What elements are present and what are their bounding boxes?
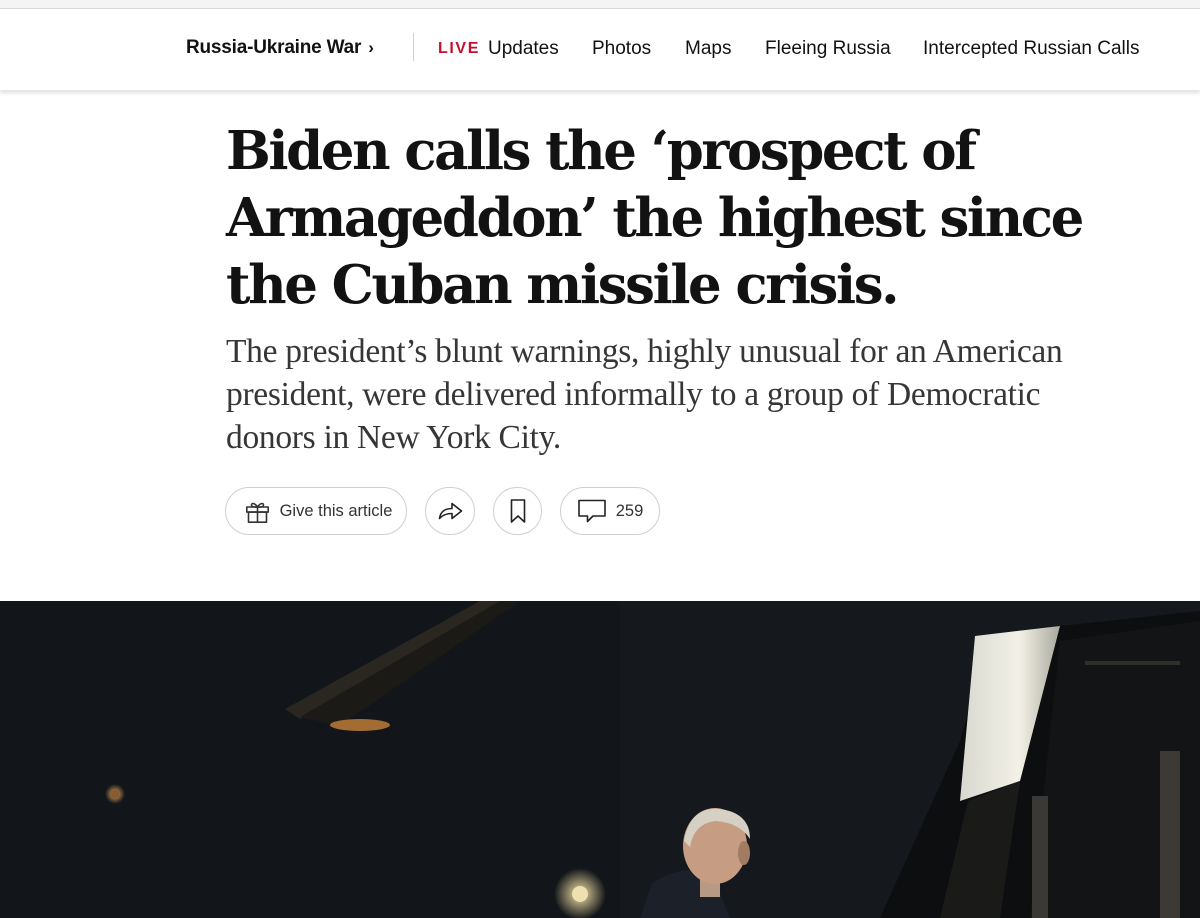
nav-link-fleeing-russia[interactable]: Fleeing Russia [765, 38, 891, 60]
article-summary: The president’s blunt warnings, highly u… [226, 333, 1063, 456]
browser-top-strip [0, 0, 1200, 9]
section-navigation-bar: Russia-Ukraine War › LIVE Updates Photos M… [0, 9, 1200, 91]
bookmark-icon [509, 498, 527, 524]
nav-link-intercepted-russian-calls[interactable]: Intercepted Russian Calls [923, 38, 1140, 60]
section-link-label: Russia-Ukraine War [186, 37, 362, 58]
chevron-right-icon: › [368, 38, 374, 57]
share-button[interactable] [425, 487, 475, 535]
article-headline: Biden calls the ‘prospect of Armageddon’… [226, 120, 1084, 316]
nav-link-label: Updates [487, 38, 559, 59]
comments-count: 259 [615, 501, 644, 520]
share-icon [437, 500, 464, 522]
nav-link-live-updates[interactable]: LIVE Updates [438, 38, 559, 60]
give-article-button[interactable]: Give this article [225, 487, 407, 535]
nav-link-maps[interactable]: Maps [685, 38, 731, 60]
save-button[interactable] [493, 487, 542, 535]
nav-link-photos[interactable]: Photos [592, 38, 651, 60]
nav-divider [413, 33, 414, 61]
give-article-label: Give this article [279, 501, 393, 520]
article-lead-photo [0, 601, 1200, 918]
gift-icon [244, 498, 271, 525]
section-link-russia-ukraine-war[interactable]: Russia-Ukraine War › [186, 37, 374, 59]
comment-icon [577, 498, 607, 524]
comments-button[interactable]: 259 [560, 487, 660, 535]
live-badge: LIVE [438, 40, 480, 57]
